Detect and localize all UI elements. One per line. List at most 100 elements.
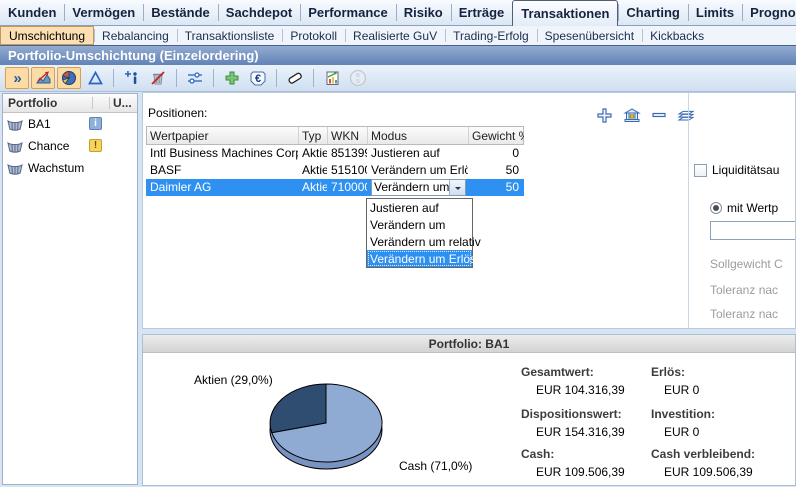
- add-info-icon: [124, 70, 140, 86]
- menu-tab[interactable]: Bestände: [143, 0, 218, 25]
- menu-tab-label: Vermögen: [72, 5, 135, 20]
- sub-tab[interactable]: Realisierte GuV: [345, 26, 445, 45]
- sub-tab-label: Protokoll: [290, 29, 337, 43]
- bs-disabled-icon: B S: [349, 69, 367, 87]
- report-button[interactable]: [320, 67, 344, 89]
- menu-tab[interactable]: Kunden: [0, 0, 64, 25]
- bank-button[interactable]: [622, 106, 641, 124]
- menu-tab[interactable]: Sachdepot: [218, 0, 300, 25]
- cell-modus[interactable]: Justieren auf: [367, 145, 468, 162]
- liquiditaetsausgleich-checkbox[interactable]: [694, 164, 707, 177]
- bs-disabled-button[interactable]: B S: [346, 67, 370, 89]
- remove-position-button[interactable]: [649, 106, 668, 124]
- add-info-button[interactable]: [120, 67, 144, 89]
- dispositionswert-value: EUR 154.316,39: [536, 425, 625, 439]
- sub-tab[interactable]: Trading-Erfolg: [445, 26, 537, 45]
- settings-sliders-button[interactable]: [183, 67, 207, 89]
- portfolio-list-item[interactable]: BA1 i: [3, 113, 137, 135]
- portfolio-column-header[interactable]: Portfolio: [3, 96, 92, 110]
- mit-wert-radio[interactable]: [710, 202, 722, 214]
- column-header-modus[interactable]: Modus: [368, 127, 469, 144]
- portfolio-reallocation-app: { "menu_tabs": [ {"label":"Kunden"}, {"l…: [0, 0, 796, 487]
- cell-gewicht[interactable]: 0: [468, 145, 523, 162]
- eraser-button[interactable]: [283, 67, 307, 89]
- investition-label: Investition:: [651, 407, 715, 421]
- dropdown-option[interactable]: Verändern um: [367, 216, 472, 233]
- portfolio-list-header[interactable]: Portfolio U...: [3, 94, 137, 113]
- sub-tab-label: Umschichtung: [9, 29, 85, 43]
- euro-icon: €: [249, 70, 267, 87]
- table-row[interactable]: BASF Aktie 515100 Verändern um Erlös 50: [146, 162, 524, 179]
- cash-value: EUR 109.506,39: [536, 465, 625, 479]
- toolbar: »: [0, 65, 796, 92]
- toolbar-separator: [313, 69, 314, 87]
- sub-tab[interactable]: Kickbacks: [642, 26, 712, 45]
- add-button[interactable]: [220, 67, 244, 89]
- menu-tab-label: Kunden: [8, 5, 56, 20]
- menu-tab-label: Limits: [696, 5, 734, 20]
- column-header-wertpapier[interactable]: Wertpapier: [147, 127, 299, 144]
- menu-tab[interactable]: Prognose: [742, 0, 796, 25]
- positions-toolbar: [595, 106, 695, 124]
- performance-chart-view-button[interactable]: [31, 67, 55, 89]
- positions-table: Wertpapier Typ WKN Modus Gewicht % Intl …: [146, 126, 524, 196]
- wert-input[interactable]: [710, 221, 796, 240]
- column-header-typ[interactable]: Typ: [299, 127, 328, 144]
- dropdown-option-label: Justieren auf: [370, 201, 439, 215]
- dropdown-option[interactable]: Verändern um Erlös: [367, 250, 472, 267]
- menu-tab[interactable]: Vermögen: [64, 0, 143, 25]
- add-position-button[interactable]: [595, 106, 614, 124]
- euro-button[interactable]: €: [246, 67, 270, 89]
- gesamtwert-label: Gesamtwert:: [521, 365, 594, 379]
- main-menu-bar: Kunden Vermögen Bestände Sachdepot Perfo…: [0, 0, 796, 26]
- u-column-header[interactable]: U...: [110, 96, 137, 110]
- portfolio-name: BA1: [28, 117, 51, 131]
- dropdown-option-label: Verändern um relativ: [370, 235, 481, 249]
- modus-combobox[interactable]: Verändern um Er: [371, 179, 466, 196]
- menu-tab[interactable]: Charting: [618, 0, 687, 25]
- column-header-wkn[interactable]: WKN: [328, 127, 368, 144]
- column-header-gewicht[interactable]: Gewicht %: [469, 127, 524, 144]
- delete-disabled-button[interactable]: [146, 67, 170, 89]
- cell-gewicht[interactable]: 50: [468, 179, 523, 196]
- svg-text:€: €: [255, 73, 261, 85]
- minus-icon: [651, 107, 667, 123]
- sub-tab[interactable]: Rebalancing: [94, 26, 177, 45]
- menu-tab[interactable]: Performance: [300, 0, 395, 25]
- menu-tab[interactable]: Risiko: [396, 0, 451, 25]
- chevron-down-icon: [455, 187, 461, 193]
- delta-button[interactable]: [83, 67, 107, 89]
- liquiditaetsausgleich-label: Liquiditätsau: [712, 163, 779, 177]
- table-row[interactable]: Intl Business Machines Corp. Aktie 85139…: [146, 145, 524, 162]
- sub-tab[interactable]: Umschichtung: [0, 26, 94, 45]
- add-icon: [596, 107, 613, 124]
- menu-tab-label: Transaktionen: [521, 6, 609, 21]
- order-stack-button[interactable]: [676, 106, 695, 124]
- portfolio-name: Chance: [28, 139, 69, 153]
- table-row-selected[interactable]: Daimler AG Aktie 710000 Verändern um Er …: [146, 179, 524, 196]
- sub-tab-label: Rebalancing: [102, 29, 169, 43]
- cell-wkn: 515100: [327, 162, 367, 179]
- menu-tab[interactable]: Erträge: [451, 0, 513, 25]
- modus-combobox-value[interactable]: Verändern um Er: [372, 180, 449, 195]
- status-badge: i: [89, 117, 102, 130]
- dropdown-option[interactable]: Justieren auf: [367, 199, 472, 216]
- combobox-dropdown-button[interactable]: [449, 180, 465, 195]
- portfolio-list-item[interactable]: Chance !: [3, 135, 137, 157]
- menu-tab[interactable]: Limits: [688, 0, 742, 25]
- expand-double-chevron-button[interactable]: »: [5, 67, 29, 89]
- cell-gewicht[interactable]: 50: [468, 162, 523, 179]
- sub-tab[interactable]: Protokoll: [282, 26, 345, 45]
- menu-tab[interactable]: Transaktionen: [512, 0, 618, 26]
- sub-tab[interactable]: Spesenübersicht: [537, 26, 642, 45]
- pie-label-aktien: Aktien (29,0%): [194, 373, 273, 387]
- portfolio-list-item[interactable]: Wachstum: [3, 157, 137, 179]
- summary-header: Portfolio: BA1: [143, 335, 795, 353]
- pie-chart-icon: [61, 70, 77, 86]
- dropdown-option[interactable]: Verändern um relativ: [367, 233, 472, 250]
- dropdown-option-label: Verändern um: [370, 218, 445, 232]
- pie-chart-view-button[interactable]: [57, 67, 81, 89]
- sub-tab[interactable]: Transaktionsliste: [177, 26, 283, 45]
- cell-modus[interactable]: Verändern um Erlös: [367, 162, 468, 179]
- sub-tab-label: Kickbacks: [650, 29, 704, 43]
